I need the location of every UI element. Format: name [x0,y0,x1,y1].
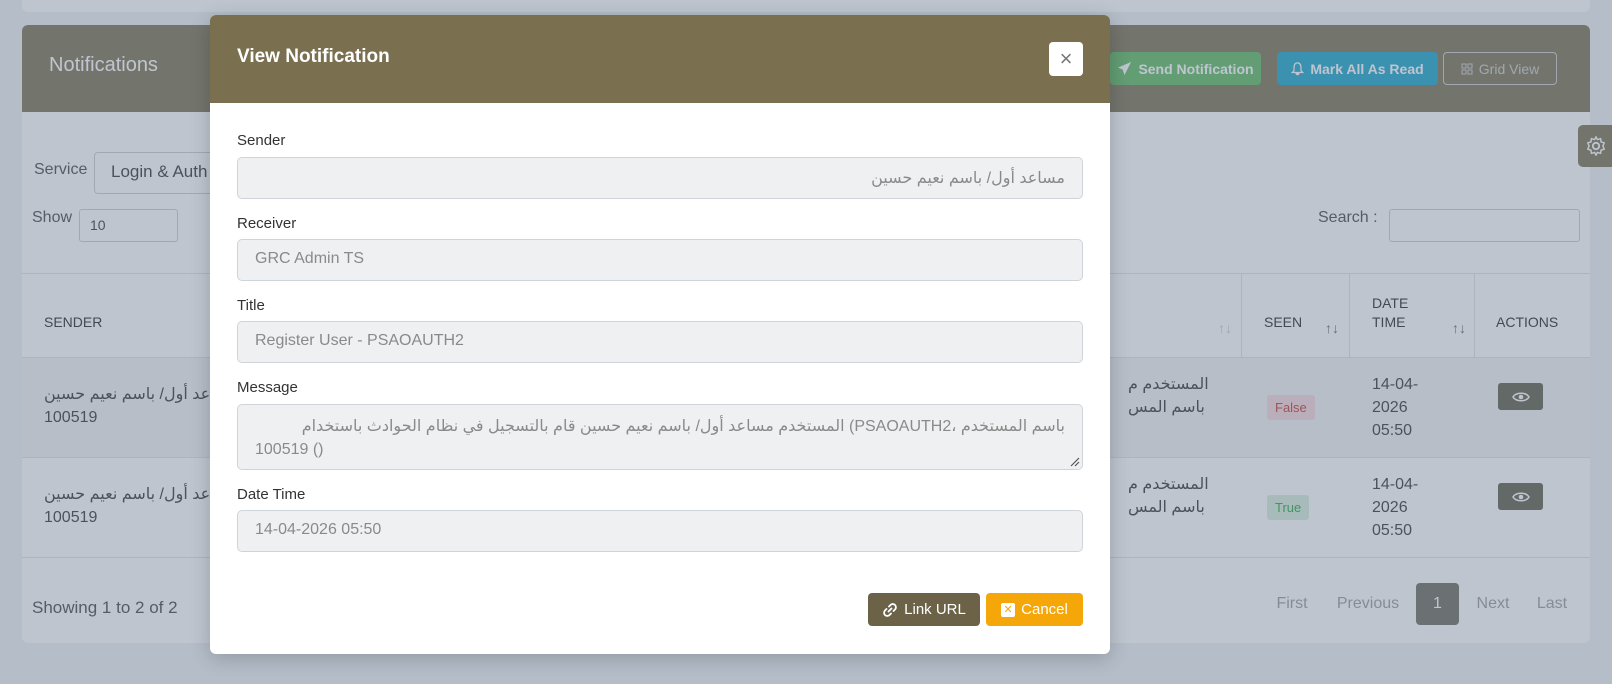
datetime-field[interactable]: 14-04-2026 05:50 [237,510,1083,552]
message-textarea[interactable]: باسم المستخدم ،PSAOAUTH2) المستخدم مساعد… [237,404,1083,470]
view-notification-modal: View Notification × Sender مساعد أول/ با… [210,15,1110,654]
close-button[interactable]: × [1049,42,1083,76]
title-label: Title [237,297,265,314]
receiver-label: Receiver [237,215,297,232]
cancel-button[interactable]: ✕ Cancel [986,593,1083,626]
link-url-label: Link URL [904,601,966,618]
link-url-button[interactable]: Link URL [868,593,980,626]
sender-field[interactable]: مساعد أول/ باسم نعيم حسين [237,157,1083,199]
cancel-label: Cancel [1021,601,1068,618]
title-field[interactable]: Register User - PSAOAUTH2 [237,321,1083,363]
cancel-icon: ✕ [1001,602,1016,617]
receiver-field[interactable]: GRC Admin TS [237,239,1083,281]
message-label: Message [237,379,298,396]
modal-title: View Notification [237,46,390,67]
message-line: 100519 () [255,441,324,458]
message-line: باسم المستخدم ،PSAOAUTH2) المستخدم مساعد… [301,418,1065,435]
link-icon [883,602,897,617]
resize-handle-icon[interactable] [1070,457,1080,467]
sender-label: Sender [237,132,286,149]
datetime-label: Date Time [237,486,306,503]
modal-header: View Notification × [210,15,1110,103]
close-icon: × [1059,46,1073,71]
